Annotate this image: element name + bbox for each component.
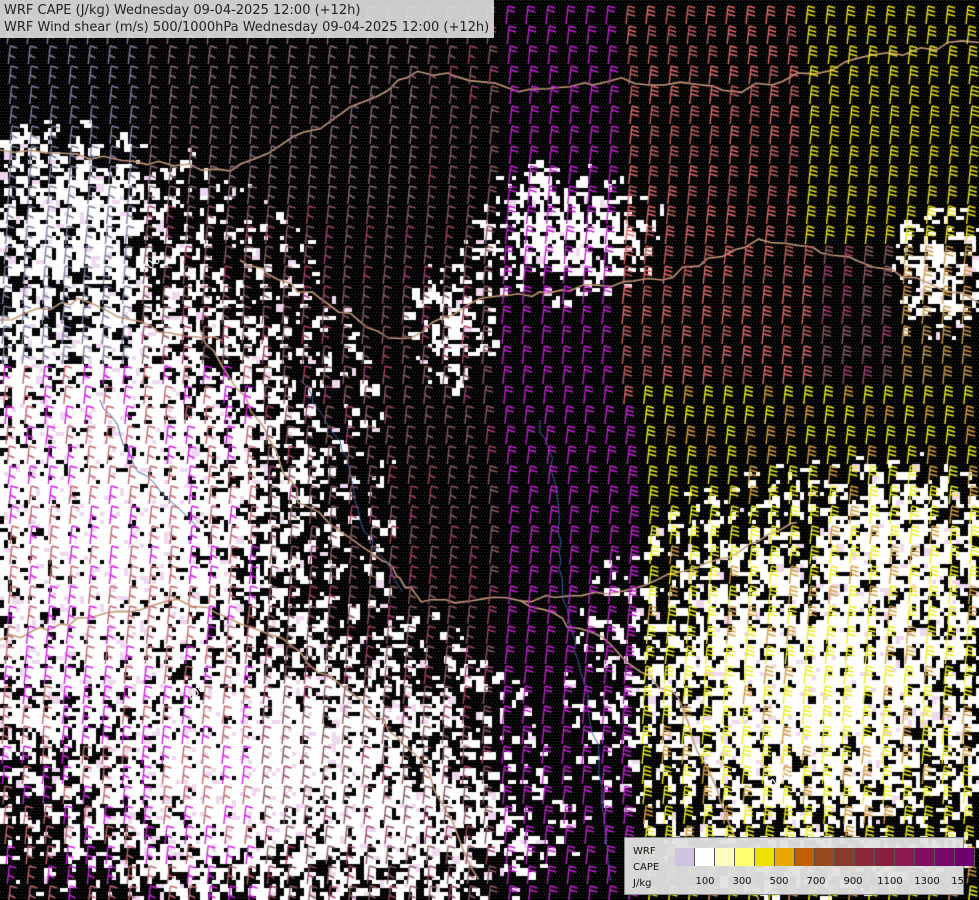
- cape-legend: WRF CAPE J/kg 100 300 500 700 900 1100 1300 150…: [624, 837, 977, 895]
- legend-swatch: [815, 848, 835, 866]
- legend-swatch: [895, 848, 915, 866]
- legend-model-label: WRF: [633, 846, 656, 857]
- legend-swatch: [695, 848, 715, 866]
- legend-tick: 900: [843, 876, 863, 887]
- legend-swatch: [795, 848, 815, 866]
- legend-swatch: [955, 848, 975, 866]
- legend-swatch: [735, 848, 755, 866]
- legend-swatch: [915, 848, 935, 866]
- map-title-box: WRF CAPE (J/kg) Wednesday 09-04-2025 12:…: [0, 0, 495, 38]
- legend-color-scale: [675, 848, 975, 866]
- legend-swatch: [675, 848, 695, 866]
- legend-swatch: [855, 848, 875, 866]
- legend-tick: 700: [806, 876, 826, 887]
- legend-tick: 500: [769, 876, 789, 887]
- legend-tick: 1500: [951, 876, 977, 887]
- weather-map-canvas: [0, 0, 979, 900]
- legend-tick: 1300: [914, 876, 940, 887]
- legend-swatch: [775, 848, 795, 866]
- legend-swatch: [875, 848, 895, 866]
- wind-shear-title: WRF Wind shear (m/s) 500/1000hPa Wednesd…: [4, 20, 490, 35]
- legend-tick: 300: [732, 876, 752, 887]
- legend-tick: 1100: [877, 876, 903, 887]
- legend-swatch: [715, 848, 735, 866]
- legend-swatch: [935, 848, 955, 866]
- legend-swatch: [755, 848, 775, 866]
- legend-swatch: [835, 848, 855, 866]
- legend-unit-label: J/kg: [633, 878, 652, 889]
- legend-field-label: CAPE: [633, 862, 660, 873]
- cape-title: WRF CAPE (J/kg) Wednesday 09-04-2025 12:…: [4, 3, 361, 18]
- legend-tick-labels: 100 300 500 700 900 1100 1300 1500: [675, 876, 976, 888]
- legend-tick: 100: [695, 876, 715, 887]
